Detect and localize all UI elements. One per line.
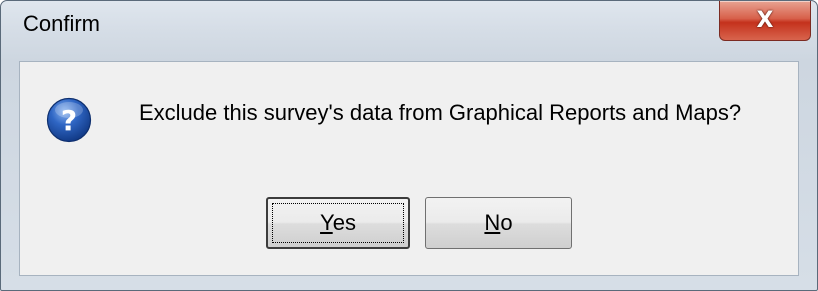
close-icon: X <box>756 7 774 33</box>
close-button[interactable]: X <box>719 1 811 41</box>
confirm-dialog-window: Confirm X ? Exclude this survey's data f… <box>0 0 818 291</box>
no-label-rest: o <box>500 210 513 235</box>
yes-mnemonic: Y <box>320 210 333 235</box>
no-button-label: No <box>484 210 512 236</box>
no-mnemonic: N <box>484 210 501 235</box>
yes-button-label: Yes <box>320 210 356 236</box>
confirm-message: Exclude this survey's data from Graphica… <box>139 100 742 125</box>
svg-text:?: ? <box>61 104 77 137</box>
title-bar[interactable]: Confirm X <box>1 1 817 53</box>
yes-label-rest: es <box>332 210 356 235</box>
no-button[interactable]: No <box>425 197 572 249</box>
window-title: Confirm <box>23 11 101 36</box>
dialog-body: ? Exclude this survey's data from Graphi… <box>19 61 799 276</box>
question-icon: ? <box>46 97 92 143</box>
yes-button[interactable]: Yes <box>266 197 410 249</box>
